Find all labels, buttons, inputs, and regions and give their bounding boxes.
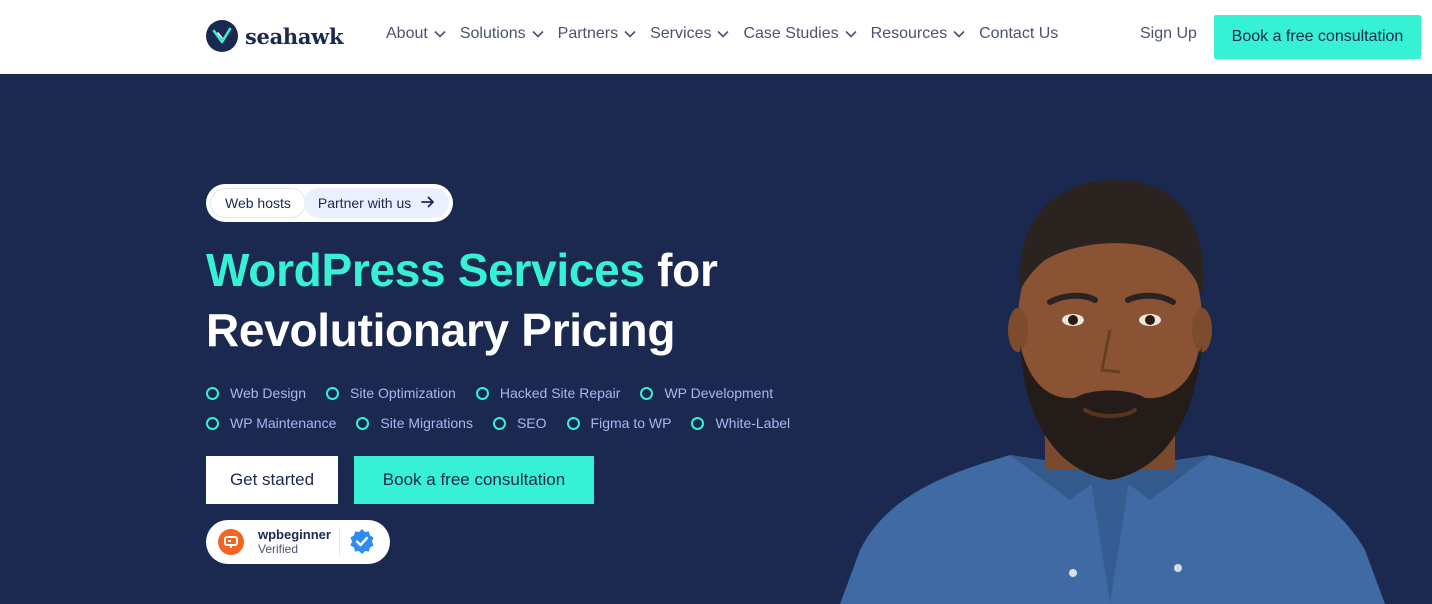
feature-row: Web Design Site Optimization Hacked Site… [206,378,826,408]
feature-list: Web Design Site Optimization Hacked Site… [206,378,826,438]
headline-accent: WordPress Services [206,244,645,296]
feature-row: WP Maintenance Site Migrations SEO Figma… [206,408,826,438]
menu-item-services[interactable]: Services [650,25,730,43]
menu-item-contact-us[interactable]: Contact Us [979,25,1058,43]
menu-item-case-studies[interactable]: Case Studies [743,25,857,43]
feature-item: Site Optimization [326,385,456,401]
chevron-down-icon [532,30,544,38]
nav-book-consultation-button[interactable]: Book a free consultation [1214,15,1421,59]
menu-item-label: Resources [870,25,948,42]
hero-headline: WordPress Services for Revolutionary Pri… [206,240,718,360]
brand-logo[interactable]: seahawk [206,20,344,52]
menu-item-label: Contact Us [979,25,1059,42]
feature-label: WP Maintenance [230,415,337,431]
feature-label: SEO [516,415,547,431]
feature-label: White-Label [715,415,791,431]
chevron-down-icon [845,30,857,38]
circle-icon [475,386,489,400]
pill-link[interactable]: Partner with us [303,188,449,218]
circle-icon [566,416,580,430]
wpbeginner-icon [218,529,244,555]
menu-item-about[interactable]: About [386,25,446,43]
divider [338,527,340,557]
feature-item: WP Maintenance [206,415,336,431]
feature-label: Web Design [230,385,307,401]
verified-text: wpbeginner Verified [258,527,331,557]
menu-item-label: Services [650,25,712,42]
verified-status: Verified [258,542,299,556]
circle-icon [326,386,340,400]
feature-label: Site Migrations [380,415,473,431]
hero-person-photo [840,170,1400,604]
feature-label: WP Development [664,385,774,401]
circle-icon [640,386,654,400]
verified-check-icon [348,528,376,556]
circle-icon [492,416,506,430]
circle-icon [206,416,219,430]
circle-icon [356,416,370,430]
seahawk-logo-icon [206,20,238,52]
menu-item-label: About [386,25,428,42]
menu-item-label: Solutions [459,25,526,42]
circle-icon [206,386,219,400]
top-navbar: seahawk About Solutions Partners Service… [0,0,1432,74]
feature-item: Hacked Site Repair [475,385,621,401]
menu-item-solutions[interactable]: Solutions [460,25,544,43]
pill-tag: Web hosts [210,188,306,218]
headline-rest: for [644,244,718,296]
feature-item: Web Design [206,385,306,401]
partner-pill[interactable]: Web hosts Partner with us [206,184,453,222]
hero-book-consultation-button[interactable]: Book a free consultation [354,456,594,504]
chevron-down-icon [953,30,965,38]
circle-icon [691,416,705,430]
sign-up-link[interactable]: Sign Up [1140,25,1197,43]
feature-item: White-Label [691,415,790,431]
feature-item: SEO [492,415,547,431]
feature-label: Site Optimization [350,385,456,401]
main-menu: About Solutions Partners Services Case S… [386,25,1072,43]
verified-name: wpbeginner [258,527,331,542]
menu-item-label: Case Studies [743,25,839,42]
feature-item: Figma to WP [566,415,672,431]
feature-item: WP Development [640,385,773,401]
headline-line-2: Revolutionary Pricing [206,304,676,356]
menu-item-resources[interactable]: Resources [871,25,965,43]
menu-item-partners[interactable]: Partners [558,25,636,43]
wpbeginner-verified-badge[interactable]: wpbeginner Verified [206,520,390,564]
feature-label: Hacked Site Repair [499,385,621,401]
pill-link-label: Partner with us [317,195,412,211]
brand-name: seahawk [245,23,344,49]
chevron-down-icon [434,30,446,38]
menu-item-label: Partners [557,25,619,42]
get-started-button[interactable]: Get started [206,456,338,504]
feature-label: Figma to WP [590,415,672,431]
arrow-right-icon [421,195,435,211]
feature-item: Site Migrations [356,415,473,431]
chevron-down-icon [624,30,636,38]
chevron-down-icon [717,30,730,38]
